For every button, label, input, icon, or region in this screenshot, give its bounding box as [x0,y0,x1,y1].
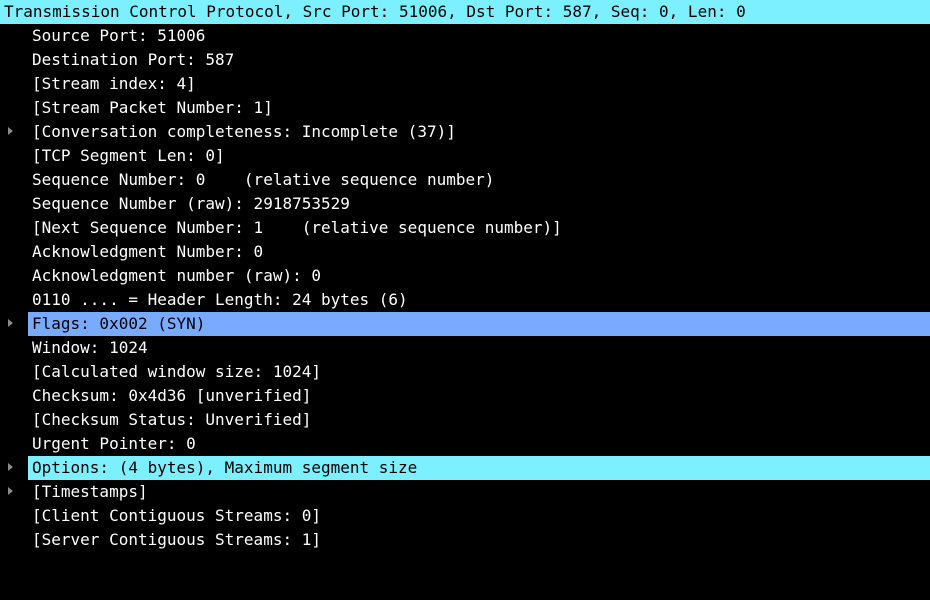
tree-item-window[interactable]: Window: 1024 [0,336,930,360]
tree-item-sequence-number-raw[interactable]: Sequence Number (raw): 2918753529 [0,192,930,216]
expand-arrow-icon[interactable] [8,463,13,471]
expand-arrow-icon[interactable] [8,127,13,135]
tree-item-label: Source Port: 51006 [32,26,206,45]
tree-item-label: Destination Port: 587 [32,50,235,69]
packet-details-tree: Transmission Control Protocol, Src Port:… [0,0,930,562]
tree-item-label: [Conversation completeness: Incomplete (… [32,122,456,141]
tree-item-label: Window: 1024 [32,338,148,357]
tree-item-label: [Calculated window size: 1024] [32,362,321,381]
tree-item-label: [Checksum Status: Unverified] [32,410,312,429]
tree-item-acknowledgment-number[interactable]: Acknowledgment Number: 0 [0,240,930,264]
tree-item-conversation-completeness[interactable]: [Conversation completeness: Incomplete (… [0,120,930,144]
expand-arrow-icon[interactable] [8,319,13,327]
tree-item-label: [Next Sequence Number: 1 (relative seque… [32,218,562,237]
expand-arrow-icon[interactable] [8,487,13,495]
tree-item-stream-index[interactable]: [Stream index: 4] [0,72,930,96]
tree-item-options[interactable]: Options: (4 bytes), Maximum segment size [0,456,930,480]
tree-item-label: Acknowledgment Number: 0 [32,242,264,261]
tree-item-checksum[interactable]: Checksum: 0x4d36 [unverified] [0,384,930,408]
tree-root-label: Transmission Control Protocol, Src Port:… [4,2,746,21]
tree-item-tcp-segment-len[interactable]: [TCP Segment Len: 0] [0,144,930,168]
tree-item-header-length[interactable]: 0110 .... = Header Length: 24 bytes (6) [0,288,930,312]
tree-item-label: Options: (4 bytes), Maximum segment size [32,458,418,477]
tree-item-label: Flags: 0x002 (SYN) [32,314,206,333]
tree-item-label: Sequence Number: 0 (relative sequence nu… [32,170,495,189]
tree-item-destination-port[interactable]: Destination Port: 587 [0,48,930,72]
tree-item-next-sequence-number[interactable]: [Next Sequence Number: 1 (relative seque… [0,216,930,240]
tree-item-client-contiguous-streams[interactable]: [Client Contiguous Streams: 0] [0,504,930,528]
tree-item-label: [Timestamps] [32,482,148,501]
tree-item-label: [Server Contiguous Streams: 1] [32,530,321,549]
tree-item-label: Sequence Number (raw): 2918753529 [32,194,350,213]
tree-item-timestamps[interactable]: [Timestamps] [0,480,930,504]
tree-item-urgent-pointer[interactable]: Urgent Pointer: 0 [0,432,930,456]
tree-root-tcp[interactable]: Transmission Control Protocol, Src Port:… [0,0,930,24]
tree-item-label: 0110 .... = Header Length: 24 bytes (6) [32,290,408,309]
tree-item-label: Checksum: 0x4d36 [unverified] [32,386,312,405]
tree-item-label: [Client Contiguous Streams: 0] [32,506,321,525]
tree-item-stream-packet-number[interactable]: [Stream Packet Number: 1] [0,96,930,120]
tree-item-label: [TCP Segment Len: 0] [32,146,225,165]
tree-item-acknowledgment-number-raw[interactable]: Acknowledgment number (raw): 0 [0,264,930,288]
tree-item-label: [Stream Packet Number: 1] [32,98,273,117]
tree-item-server-contiguous-streams[interactable]: [Server Contiguous Streams: 1] [0,528,930,552]
tree-item-calculated-window-size[interactable]: [Calculated window size: 1024] [0,360,930,384]
tree-item-label: Acknowledgment number (raw): 0 [32,266,321,285]
tree-item-label: [Stream index: 4] [32,74,196,93]
tree-item-source-port[interactable]: Source Port: 51006 [0,24,930,48]
tree-item-flags[interactable]: Flags: 0x002 (SYN) [0,312,930,336]
tree-item-label: Urgent Pointer: 0 [32,434,196,453]
tree-item-checksum-status[interactable]: [Checksum Status: Unverified] [0,408,930,432]
tree-item-sequence-number[interactable]: Sequence Number: 0 (relative sequence nu… [0,168,930,192]
